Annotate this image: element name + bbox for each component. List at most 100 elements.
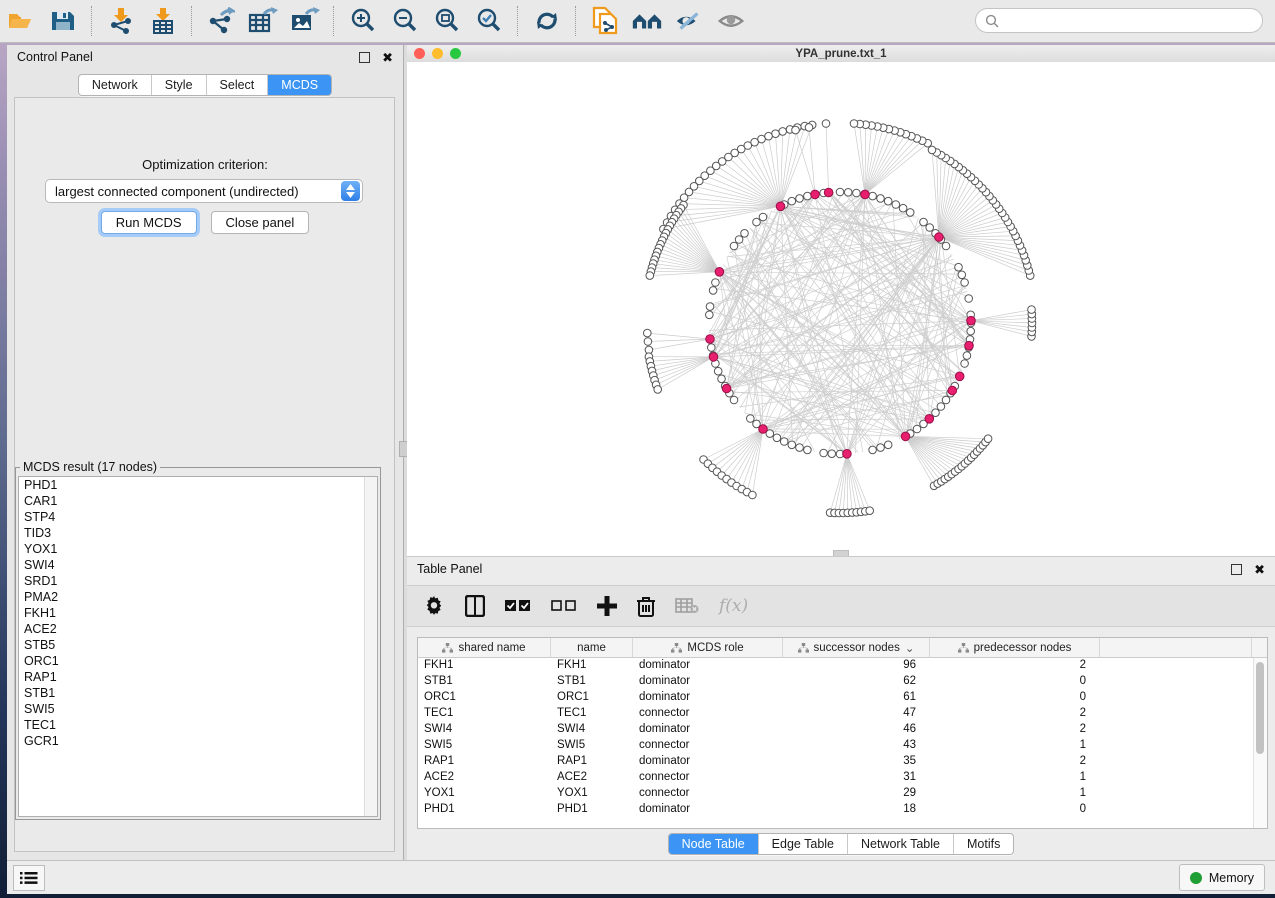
mcds-hub-node[interactable]	[811, 190, 820, 199]
column-header-successor-nodes[interactable]: successor nodes⌄	[783, 638, 930, 657]
ring-node[interactable]	[804, 446, 812, 454]
hide-selected-icon[interactable]	[674, 6, 704, 36]
ring-node[interactable]	[869, 192, 877, 200]
export-table-icon[interactable]	[248, 6, 278, 36]
ring-node[interactable]	[955, 263, 963, 271]
ring-node[interactable]	[712, 279, 720, 287]
table-row[interactable]: PHD1PHD1dominator180	[418, 802, 1267, 818]
leaf-node[interactable]	[779, 128, 787, 136]
mcds-hub-node[interactable]	[967, 316, 976, 325]
table-row[interactable]: RAP1RAP1dominator352	[418, 754, 1267, 770]
table-cell[interactable]: STB1	[418, 674, 551, 690]
ring-node[interactable]	[877, 195, 885, 203]
table-cell[interactable]: 1	[930, 786, 1100, 802]
ring-node[interactable]	[718, 375, 726, 383]
column-header-predecessor-nodes[interactable]: predecessor nodes	[930, 638, 1100, 657]
table-cell[interactable]: connector	[633, 770, 783, 786]
mcds-hub-node[interactable]	[965, 341, 974, 350]
ring-node[interactable]	[967, 327, 975, 335]
table-cell[interactable]: dominator	[633, 754, 783, 770]
ring-node[interactable]	[926, 224, 934, 232]
table-cell[interactable]: 46	[783, 722, 930, 738]
column-header-shared-name[interactable]: shared name	[418, 638, 551, 657]
table-cell[interactable]: RAP1	[551, 754, 633, 770]
zoom-fit-content-icon[interactable]	[432, 6, 462, 36]
mcds-hub-node[interactable]	[935, 233, 944, 242]
ring-node[interactable]	[932, 409, 940, 417]
ring-node[interactable]	[965, 295, 973, 303]
select-all-icon[interactable]	[505, 594, 531, 618]
zoom-in-icon[interactable]	[348, 6, 378, 36]
table-cell[interactable]: ACE2	[551, 770, 633, 786]
import-network-from-file-icon[interactable]	[106, 6, 136, 36]
zoom-out-icon[interactable]	[390, 6, 420, 36]
table-cell[interactable]: 18	[783, 802, 930, 818]
leaf-node[interactable]	[792, 126, 800, 134]
table-cell[interactable]: ORC1	[551, 690, 633, 706]
mcds-hub-node[interactable]	[709, 353, 718, 362]
ring-node[interactable]	[747, 415, 755, 423]
ring-node[interactable]	[714, 367, 722, 375]
ring-node[interactable]	[804, 192, 812, 200]
table-cell[interactable]: SWI4	[418, 722, 551, 738]
ring-node[interactable]	[730, 242, 738, 250]
ring-node[interactable]	[759, 213, 767, 221]
result-node-item[interactable]: PHD1	[19, 477, 377, 493]
ring-node[interactable]	[788, 197, 796, 205]
table-cell[interactable]: 43	[783, 738, 930, 754]
ring-node[interactable]	[877, 444, 885, 452]
ring-node[interactable]	[853, 189, 861, 197]
result-node-item[interactable]: PMA2	[19, 589, 377, 605]
tab-motifs[interactable]: Motifs	[954, 834, 1013, 854]
ring-node[interactable]	[869, 446, 877, 454]
ring-node[interactable]	[963, 352, 971, 360]
mcds-hub-node[interactable]	[948, 386, 957, 395]
ring-node[interactable]	[730, 396, 738, 404]
close-panel-button[interactable]: Close panel	[211, 211, 310, 234]
table-cell[interactable]: 47	[783, 706, 930, 722]
ring-node[interactable]	[942, 242, 950, 250]
leaf-node[interactable]	[646, 272, 654, 280]
ring-node[interactable]	[899, 204, 907, 212]
ring-node[interactable]	[820, 449, 828, 457]
table-cell[interactable]: FKH1	[418, 658, 551, 674]
table-cell[interactable]: connector	[633, 706, 783, 722]
result-node-item[interactable]: STB1	[19, 685, 377, 701]
table-cell[interactable]: 61	[783, 690, 930, 706]
table-cell[interactable]: connector	[633, 738, 783, 754]
leaf-node[interactable]	[866, 507, 874, 515]
table-cell[interactable]: PHD1	[551, 802, 633, 818]
table-cell[interactable]: 0	[930, 802, 1100, 818]
task-history-button[interactable]	[13, 865, 45, 891]
table-cell[interactable]: 1	[930, 770, 1100, 786]
float-table-panel-icon[interactable]	[1231, 564, 1242, 575]
table-row[interactable]: ORC1ORC1dominator610	[418, 690, 1267, 706]
tab-edge-table[interactable]: Edge Table	[759, 834, 848, 854]
minimize-window-icon[interactable]	[432, 48, 443, 59]
mcds-hub-node[interactable]	[925, 415, 934, 424]
columns-icon[interactable]	[465, 594, 485, 618]
table-cell[interactable]: 2	[930, 658, 1100, 674]
result-node-item[interactable]: GCR1	[19, 733, 377, 749]
add-column-icon[interactable]	[597, 594, 617, 618]
ring-node[interactable]	[961, 360, 969, 368]
table-cell[interactable]: 2	[930, 754, 1100, 770]
ring-node[interactable]	[958, 271, 966, 279]
ring-node[interactable]	[844, 189, 852, 197]
ring-node[interactable]	[708, 344, 716, 352]
table-scrollbar[interactable]	[1253, 658, 1267, 828]
mcds-hub-node[interactable]	[759, 425, 768, 434]
table-row[interactable]: ACE2ACE2connector311	[418, 770, 1267, 786]
table-cell[interactable]: dominator	[633, 658, 783, 674]
mcds-hub-node[interactable]	[955, 372, 964, 381]
ring-node[interactable]	[884, 441, 892, 449]
mcds-hub-node[interactable]	[715, 268, 724, 277]
table-cell[interactable]: dominator	[633, 722, 783, 738]
result-node-item[interactable]: ACE2	[19, 621, 377, 637]
ring-node[interactable]	[892, 201, 900, 209]
table-cell[interactable]: 2	[930, 706, 1100, 722]
network-graph[interactable]	[407, 62, 1275, 556]
leaf-node[interactable]	[765, 132, 773, 140]
mcds-hub-node[interactable]	[824, 188, 833, 197]
close-window-icon[interactable]	[414, 48, 425, 59]
